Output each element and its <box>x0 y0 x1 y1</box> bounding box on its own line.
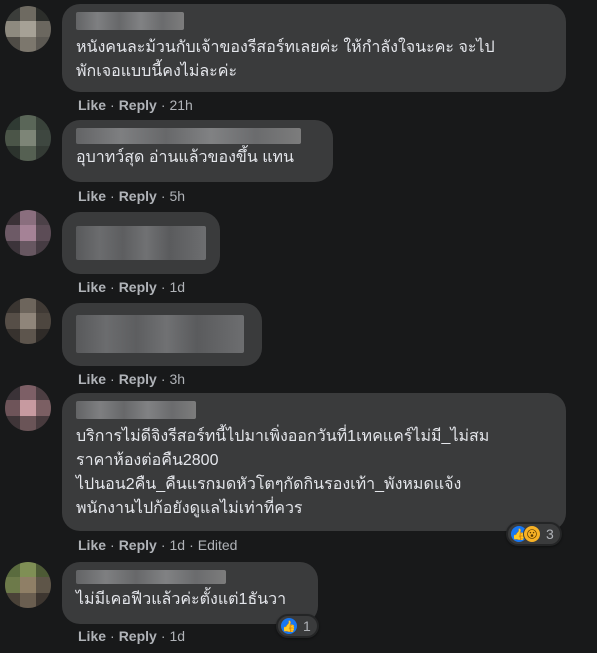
like-button[interactable]: Like <box>78 97 106 113</box>
reaction-summary[interactable]: 👍 1 <box>276 614 319 638</box>
like-reaction-icon: 👍 <box>280 617 298 635</box>
comment-text: อุบาทว์สุด อ่านแล้วของขึ้น แทน <box>76 149 294 166</box>
comment-text-blurred <box>76 226 206 260</box>
timestamp[interactable]: 1d <box>169 279 185 295</box>
comment-actions: Like · Reply · 1d · Edited <box>78 536 237 554</box>
commenter-name[interactable] <box>76 12 184 30</box>
separator: · <box>160 279 166 295</box>
separator: · <box>110 628 115 644</box>
timestamp[interactable]: 5h <box>169 188 185 204</box>
comment-actions: Like · Reply · 1d <box>78 627 185 645</box>
like-button[interactable]: Like <box>78 371 106 387</box>
comment-bubble <box>62 212 220 274</box>
separator: · <box>160 537 166 553</box>
avatar[interactable] <box>5 385 51 431</box>
comment-text: ไม่มีเคอฟีวแล้วค่ะตั้งแต่1ธันวา <box>76 591 287 608</box>
avatar[interactable] <box>5 562 51 608</box>
separator: · <box>160 188 166 204</box>
reply-button[interactable]: Reply <box>119 371 157 387</box>
separator: · <box>189 537 194 553</box>
separator: · <box>160 371 166 387</box>
avatar[interactable] <box>5 298 51 344</box>
commenter-name[interactable] <box>76 401 196 419</box>
comment-actions: Like · Reply · 3h <box>78 370 185 388</box>
avatar[interactable] <box>5 115 51 161</box>
comment-bubble: อุบาทว์สุด อ่านแล้วของขึ้น แทน <box>62 120 333 182</box>
comment-actions: Like · Reply · 1d <box>78 278 185 296</box>
wow-reaction-icon: 😮 <box>523 525 541 543</box>
comment-bubble: บริการไม่ดีจิงรีสอร์ทนี้ไปมาเพิ่งออกวันท… <box>62 393 566 531</box>
timestamp[interactable]: 1d <box>169 628 185 644</box>
like-button[interactable]: Like <box>78 628 106 644</box>
separator: · <box>110 279 115 295</box>
timestamp[interactable]: 3h <box>169 371 185 387</box>
comment-bubble <box>62 303 262 366</box>
comment-bubble: หนังคนละม้วนกับเจ้าของรีสอร์ทเลยค่ะ ให้ก… <box>62 4 566 92</box>
avatar[interactable] <box>5 6 51 52</box>
comment-text-blurred <box>76 315 244 353</box>
separator: · <box>110 371 115 387</box>
edited-label[interactable]: Edited <box>198 537 238 553</box>
reply-button[interactable]: Reply <box>119 97 157 113</box>
like-button[interactable]: Like <box>78 537 106 553</box>
reply-button[interactable]: Reply <box>119 188 157 204</box>
like-button[interactable]: Like <box>78 188 106 204</box>
commenter-name[interactable] <box>76 570 226 584</box>
comment-text: บริการไม่ดีจิงรีสอร์ทนี้ไปมาเพิ่งออกวันท… <box>76 428 490 517</box>
separator: · <box>160 628 166 644</box>
separator: · <box>110 97 115 113</box>
separator: · <box>160 97 166 113</box>
avatar[interactable] <box>5 210 51 256</box>
timestamp[interactable]: 21h <box>169 97 192 113</box>
commenter-name[interactable] <box>76 128 301 144</box>
reaction-count: 3 <box>546 526 554 542</box>
comment-actions: Like · Reply · 5h <box>78 187 185 205</box>
like-button[interactable]: Like <box>78 279 106 295</box>
reply-button[interactable]: Reply <box>119 537 157 553</box>
separator: · <box>110 188 115 204</box>
comment-actions: Like · Reply · 21h <box>78 96 193 114</box>
reply-button[interactable]: Reply <box>119 279 157 295</box>
reaction-summary[interactable]: 👍 😮 3 <box>506 522 562 546</box>
reply-button[interactable]: Reply <box>119 628 157 644</box>
timestamp[interactable]: 1d <box>169 537 185 553</box>
comment-text: หนังคนละม้วนกับเจ้าของรีสอร์ทเลยค่ะ ให้ก… <box>76 39 495 80</box>
separator: · <box>110 537 115 553</box>
reaction-count: 1 <box>303 618 311 634</box>
comment-bubble: ไม่มีเคอฟีวแล้วค่ะตั้งแต่1ธันวา <box>62 562 318 624</box>
